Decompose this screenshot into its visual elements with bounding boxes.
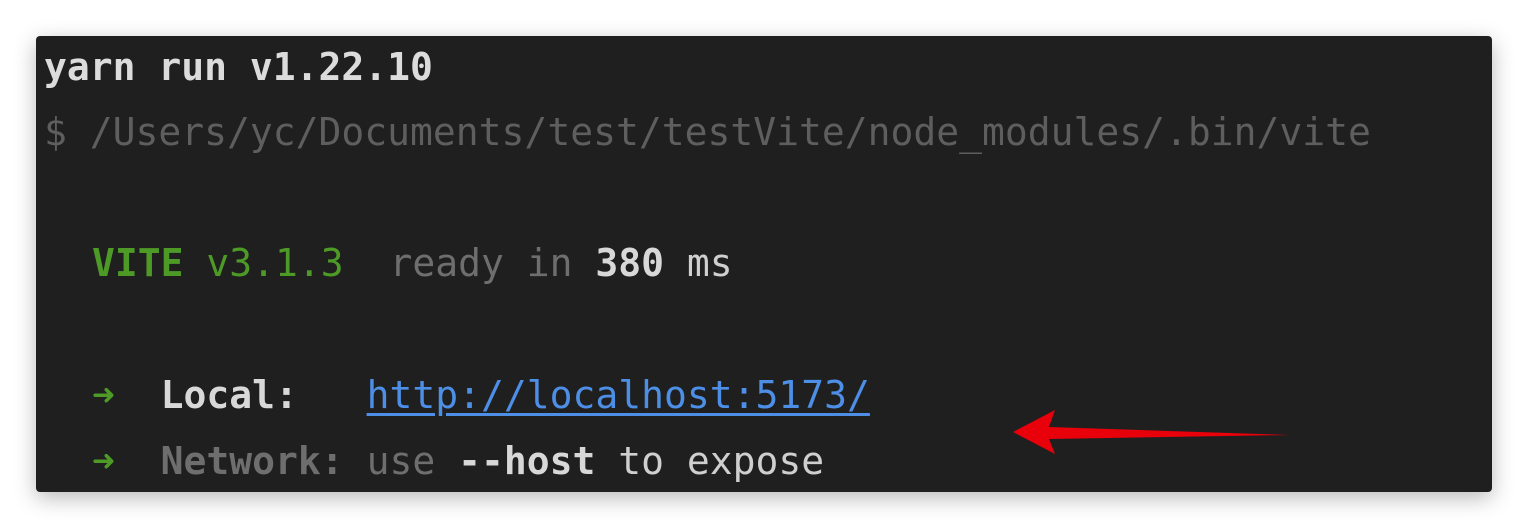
- ready-time-value: 380: [595, 241, 665, 285]
- host-flag: --host: [458, 439, 596, 483]
- yarn-version-line: yarn run v1.22.10: [44, 45, 433, 89]
- command-line: $ /Users/yc/Documents/test/testVite/node…: [44, 110, 1371, 154]
- network-label: Network:: [160, 439, 344, 483]
- terminal-window: yarn run v1.22.10 $ /Users/yc/Documents/…: [36, 36, 1492, 492]
- ready-text: ready in: [389, 241, 573, 285]
- network-use-text: use: [366, 439, 436, 483]
- vite-ready-line: VITE v3.1.3 ready in 380 ms: [92, 244, 733, 282]
- vite-version: v3.1.3: [206, 241, 344, 285]
- arrow-right-icon: ➜: [92, 439, 115, 483]
- local-label: Local:: [160, 373, 298, 417]
- network-line: ➜ Network: use --host to expose: [92, 442, 824, 480]
- red-arrow-shape: [1013, 410, 1289, 454]
- arrow-right-icon: ➜: [92, 373, 115, 417]
- network-expose-text: to expose: [618, 439, 825, 483]
- vite-name: VITE: [92, 241, 184, 285]
- red-arrow-icon: [1013, 410, 1289, 454]
- ready-time-unit: ms: [686, 241, 733, 285]
- local-url-link[interactable]: http://localhost:5173/: [367, 373, 870, 417]
- local-url-line: ➜ Local: http://localhost:5173/: [92, 376, 870, 414]
